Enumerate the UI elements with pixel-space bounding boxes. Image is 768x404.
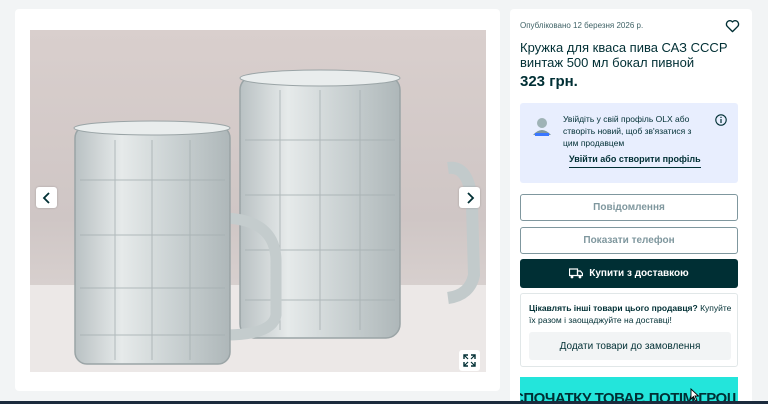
truck-icon [569,268,584,279]
beer-mugs-image [30,69,486,372]
promo-banner[interactable]: СПОЧАТКУ ТОВАР, ПОТІМ ГРОШІ [520,377,738,404]
posted-date: Опубліковано 12 березня 2026 р. [520,21,644,30]
favorite-button[interactable] [722,16,742,36]
heart-icon [725,20,739,33]
chevron-left-icon [42,191,50,204]
gallery-next-button[interactable] [459,187,480,208]
chevron-right-icon [466,191,474,204]
login-prompt-text: Увійдіть у свій профіль OLX або створіть… [563,114,692,148]
listing-title: Кружка для кваса пива САЗ СССР винтаж 50… [520,40,728,70]
seller-promo: Цікавлять інші товари цього продавця? Ку… [520,293,738,367]
promo-text-bold: Цікавлять інші товари цього продавця? [529,303,698,313]
gallery-panel [15,9,500,391]
listing-price: 323 грн. [520,73,578,90]
add-items-button[interactable]: Додати товари до замовлення [529,332,731,360]
login-link[interactable]: Увійти або створити профіль [569,154,701,168]
message-button[interactable]: Повідомлення [520,194,738,221]
expand-icon [463,354,476,367]
product-photo[interactable] [30,30,486,372]
listing-panel: Опубліковано 12 березня 2026 р. Кружка д… [510,9,752,404]
show-phone-button[interactable]: Показати телефон [520,227,738,254]
mouse-cursor-icon [690,388,699,402]
promo-text: Цікавлять інші товари цього продавця? Ку… [529,302,733,326]
info-icon[interactable] [715,114,727,126]
gallery-prev-button[interactable] [36,187,57,208]
buy-button-label: Купити з доставкою [589,268,689,279]
user-profile-icon [533,118,551,136]
buy-with-delivery-button[interactable]: Купити з доставкою [520,259,738,288]
fullscreen-button[interactable] [459,350,480,371]
login-prompt: Увійдіть у свій профіль OLX або створіть… [520,103,738,183]
